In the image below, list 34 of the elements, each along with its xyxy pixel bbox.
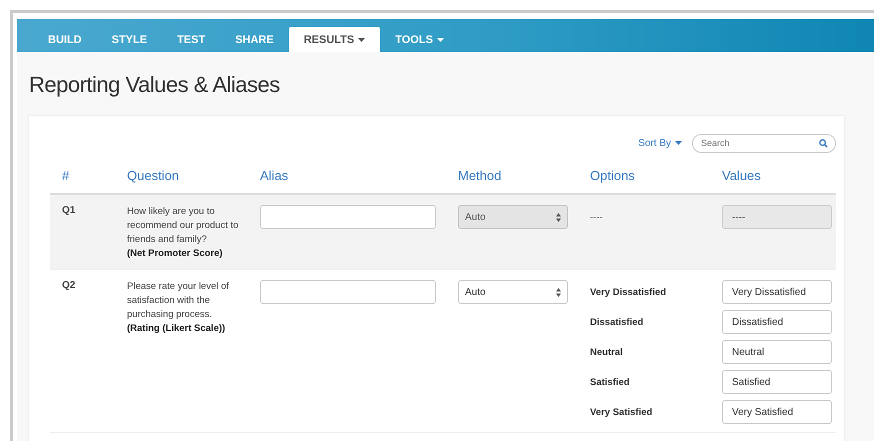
column-header: Options [590, 168, 635, 183]
column-header: Values [722, 168, 761, 183]
column-header: Method [458, 168, 502, 183]
option-label: Very Dissatisfied [590, 286, 666, 298]
stepper-arrows-icon [556, 212, 561, 222]
sort-by-dropdown[interactable]: Sort By [638, 138, 682, 148]
page-title: Reporting Values & Aliases [29, 72, 280, 98]
question-type: (Net Promoter Score) [127, 247, 224, 261]
method-select[interactable]: Auto [458, 280, 568, 304]
alias-field[interactable] [260, 205, 436, 229]
question-text: How likely are you to recommend our product to friends and family? [127, 205, 240, 247]
option-label: ---- [590, 212, 603, 222]
option-label: Satisfied [590, 376, 630, 388]
value-field[interactable]: Very Dissatisfied [722, 280, 832, 304]
question-number: Q2 [62, 280, 76, 291]
option-label: Neutral [590, 346, 623, 358]
value-field[interactable]: Very Satisfied [722, 400, 832, 424]
column-header: # [62, 168, 70, 183]
column-header: Alias [260, 168, 288, 183]
stepper-arrows-icon [556, 288, 561, 296]
option-label: Very Satisfied [590, 406, 652, 418]
option-label: Dissatisfied [590, 316, 644, 328]
value-field[interactable]: Neutral [722, 340, 832, 364]
alias-field[interactable] [260, 280, 436, 304]
column-header: Question [127, 168, 180, 183]
value-field[interactable]: Dissatisfied [722, 310, 832, 334]
search-icon [819, 138, 828, 148]
question-number: Q1 [62, 205, 76, 216]
search-field[interactable]: Search [692, 134, 836, 152]
question-text: Please rate your level of satisfaction with the purchasing process. [127, 280, 230, 322]
caret-icon [675, 141, 682, 145]
value-field[interactable]: Satisfied [722, 370, 832, 394]
nav-tab[interactable]: RESULTS [288, 27, 380, 52]
question-type: (Rating (Likert Scale)) [127, 322, 226, 336]
